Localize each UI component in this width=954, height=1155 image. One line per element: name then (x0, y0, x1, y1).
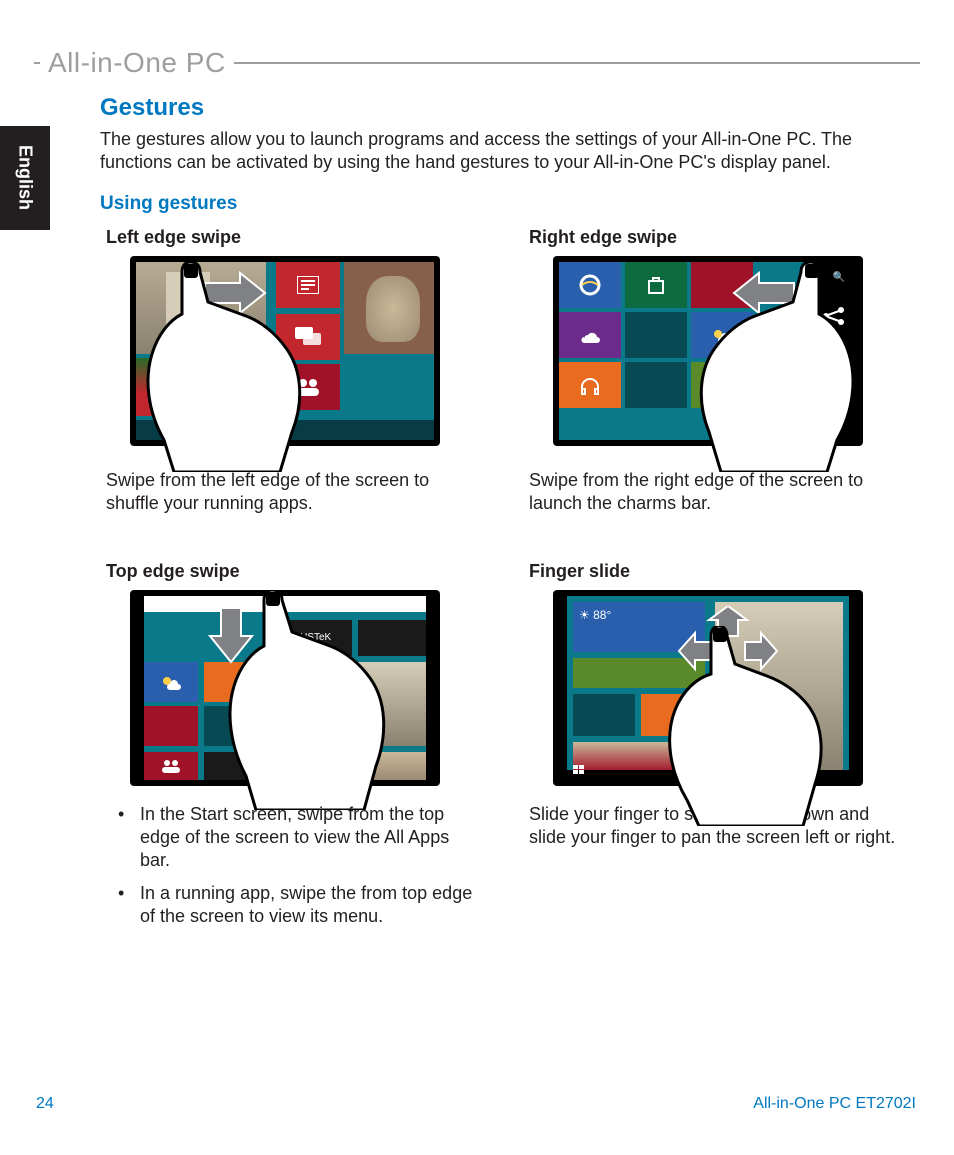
page-content: Gestures The gestures allow you to launc… (100, 94, 916, 938)
charm-start-icon (823, 342, 845, 369)
gesture-illustration: ASUSTeK (130, 590, 440, 785)
people-icon (160, 759, 182, 773)
gesture-description: Swipe from the right edge of the screen … (529, 469, 916, 515)
gesture-finger-slide: Finger slide ☀ 88° (523, 561, 916, 938)
skydrive-icon (579, 327, 601, 343)
gesture-title: Right edge swipe (529, 227, 916, 248)
gesture-description-list: In the Start screen, swipe from the top … (106, 803, 493, 928)
gesture-title: Top edge swipe (106, 561, 493, 582)
xbox-icon (712, 375, 732, 395)
language-label: English (15, 145, 36, 210)
ie-icon (578, 273, 602, 297)
headphones-icon (578, 375, 602, 395)
charm-share-icon (821, 306, 847, 331)
gesture-bullet: In the Start screen, swipe from the top … (112, 803, 483, 872)
language-tab: English (0, 126, 50, 230)
bag-icon (646, 275, 666, 295)
gesture-left-edge-swipe: Left edge swipe (100, 227, 493, 515)
weather-icon (711, 327, 733, 343)
gestures-grid: Left edge swipe (100, 227, 916, 938)
arrow-pan-icon (673, 606, 783, 716)
chat-icon (295, 327, 321, 347)
arrow-right-icon (200, 268, 270, 318)
gesture-title: Finger slide (529, 561, 916, 582)
charm-devices-icon (823, 378, 845, 401)
charm-search-icon: 🔍 (833, 272, 845, 283)
product-line-title: All-in-One PC (40, 47, 234, 79)
gesture-description: Slide your finger to scroll up and down … (529, 803, 916, 849)
section-title: Gestures (100, 94, 916, 122)
arrow-down-icon (206, 606, 256, 666)
gesture-illustration: ☀ 88° (553, 590, 863, 785)
gesture-illustration: 🔍 ⚙ (553, 256, 863, 451)
arrow-left-icon (729, 268, 799, 318)
page-header: All-in-One PC (34, 48, 920, 78)
page-number: 24 (36, 1095, 54, 1113)
gesture-description: Swipe from the left edge of the screen t… (106, 469, 493, 515)
page-footer: 24 All-in-One PC ET2702I (36, 1095, 916, 1113)
footer-model: All-in-One PC ET2702I (753, 1095, 916, 1113)
gesture-right-edge-swipe: Right edge swipe (523, 227, 916, 515)
people-icon (294, 378, 322, 396)
intro-paragraph: The gestures allow you to launch program… (100, 128, 916, 175)
gesture-bullet: In a running app, swipe the from top edg… (112, 882, 483, 928)
news-icon (297, 276, 319, 294)
gesture-top-edge-swipe: Top edge swipe ASUSTeK (100, 561, 493, 938)
subsection-title: Using gestures (100, 193, 916, 215)
start-icon (573, 762, 585, 780)
gesture-illustration (130, 256, 440, 451)
weather-icon (160, 674, 182, 690)
gesture-title: Left edge swipe (106, 227, 493, 248)
header-rule-right (234, 62, 920, 64)
charm-settings-icon: ⚙ (831, 412, 845, 432)
